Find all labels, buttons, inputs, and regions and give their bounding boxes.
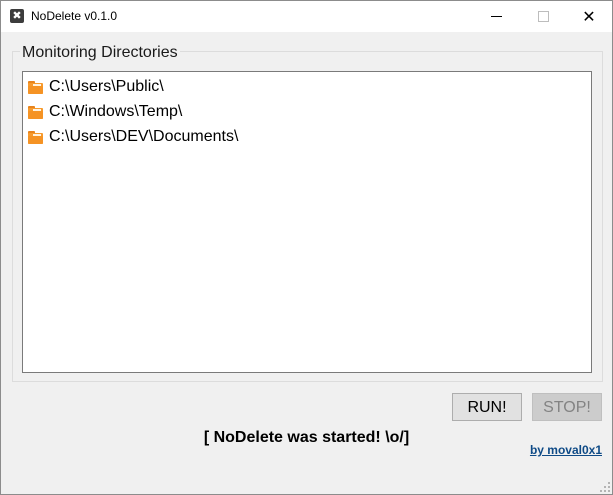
app-window: ✖ NoDelete v0.1.0 ✕ Monitoring Directori… — [0, 0, 613, 495]
window-title: NoDelete v0.1.0 — [31, 9, 118, 23]
status-message: [ NoDelete was started! \o/] — [203, 429, 410, 446]
folder-icon — [28, 80, 43, 94]
app-icon: ✖ — [10, 9, 24, 23]
folder-icon — [28, 105, 43, 119]
title-bar[interactable]: ✖ NoDelete v0.1.0 ✕ — [1, 1, 612, 32]
list-item[interactable]: C:\Windows\Temp\ — [28, 101, 182, 123]
close-button[interactable]: ✕ — [566, 1, 612, 32]
directory-path: C:\Users\Public\ — [49, 78, 164, 95]
folder-icon — [28, 130, 43, 144]
maximize-icon — [538, 11, 549, 22]
list-item[interactable]: C:\Users\DEV\Documents\ — [28, 126, 238, 148]
resize-grip-icon[interactable] — [600, 482, 610, 492]
maximize-button — [520, 1, 566, 32]
run-button[interactable]: RUN! — [452, 393, 522, 421]
stop-button: STOP! — [532, 393, 602, 421]
monitoring-group-label: Monitoring Directories — [20, 44, 180, 62]
directory-list[interactable]: C:\Users\Public\ C:\Windows\Temp\ C:\Use… — [22, 71, 592, 373]
directory-path: C:\Users\DEV\Documents\ — [49, 128, 239, 145]
list-item[interactable]: C:\Users\Public\ — [28, 76, 164, 98]
minimize-icon — [491, 16, 502, 17]
minimize-button[interactable] — [474, 1, 520, 32]
author-link[interactable]: by moval0x1 — [530, 443, 602, 457]
directory-path: C:\Windows\Temp\ — [49, 103, 183, 120]
